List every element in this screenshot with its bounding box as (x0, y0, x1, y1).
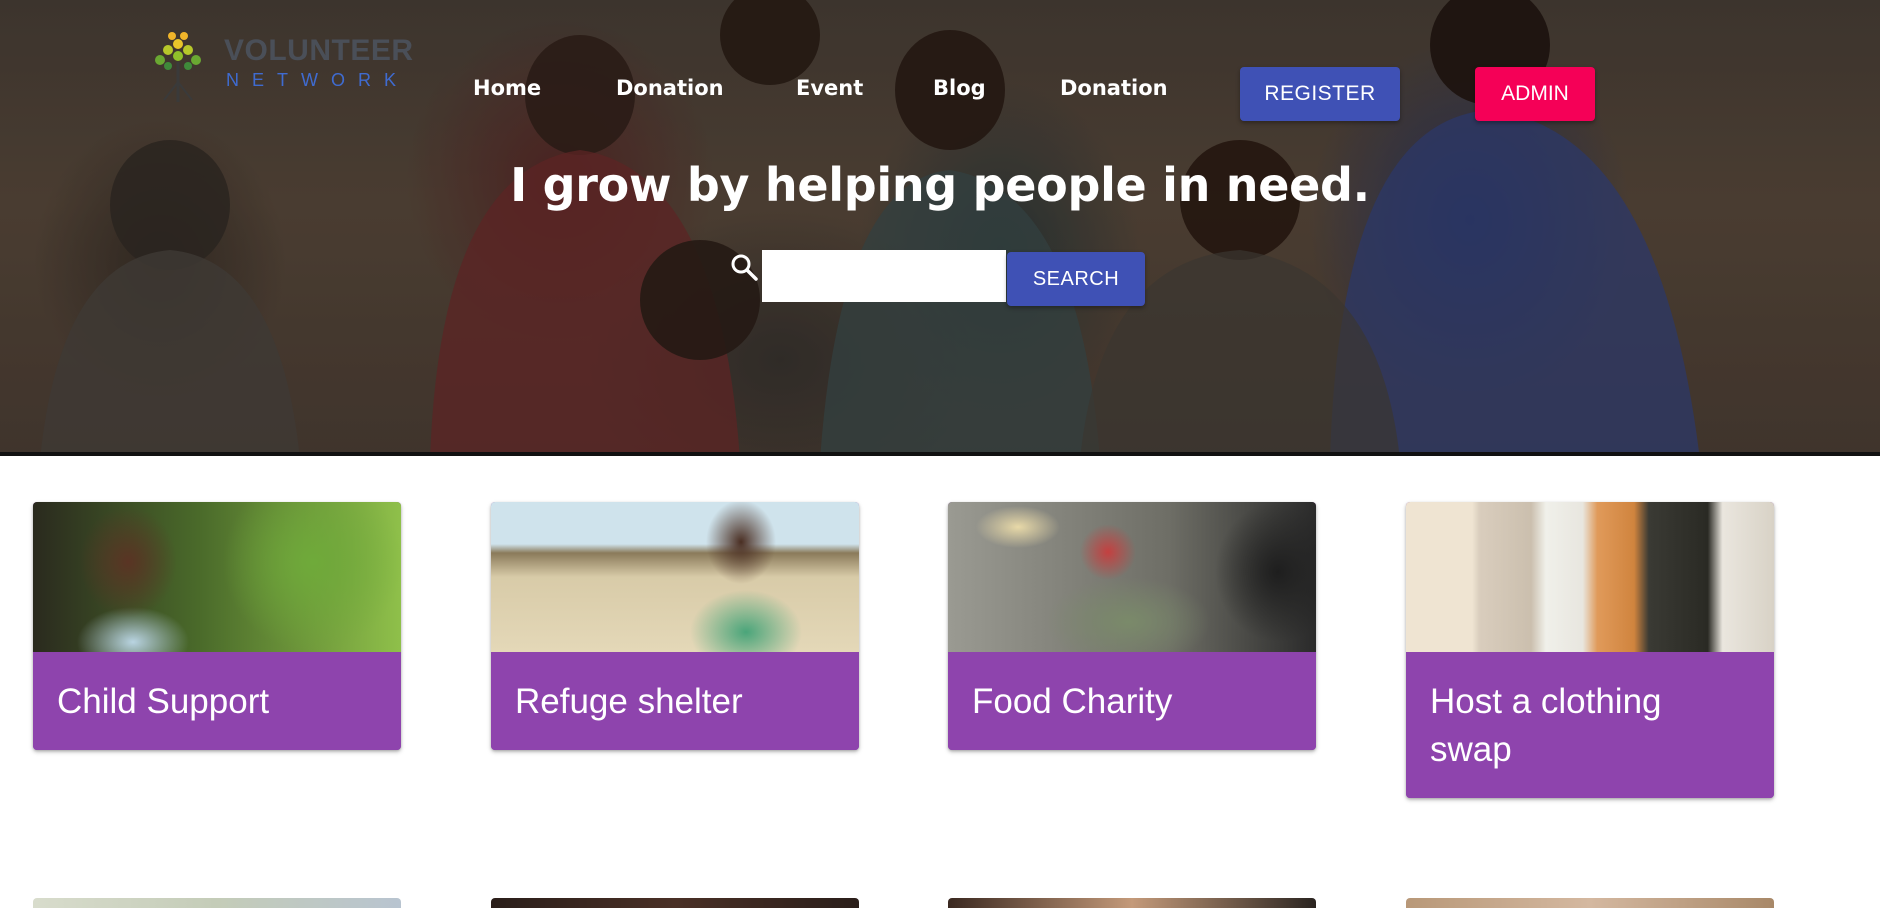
admin-button[interactable]: ADMIN (1475, 67, 1595, 121)
nav-blog[interactable]: Blog (933, 76, 986, 100)
hero-headline: I grow by helping people in need. (510, 158, 1370, 212)
card-image (948, 502, 1316, 652)
card-title: Refuge shelter (491, 652, 859, 750)
card-title: Host a clothing swap (1406, 652, 1774, 798)
event-card-clothing-swap[interactable]: Host a clothing swap (1406, 502, 1774, 798)
event-card-image-partial[interactable] (33, 898, 401, 908)
hero-banner: VOLUNTEER NETWORK Home Donation Event Bl… (0, 0, 1880, 456)
card-title: Child Support (33, 652, 401, 750)
hero-divider (0, 452, 1880, 456)
register-button[interactable]: REGISTER (1240, 67, 1400, 121)
event-card-image-partial[interactable] (948, 898, 1316, 908)
event-card-image-partial[interactable] (491, 898, 859, 908)
nav-event[interactable]: Event (796, 76, 863, 100)
event-card-child-support[interactable]: Child Support (33, 502, 401, 750)
card-image (491, 502, 859, 652)
event-card-image-partial[interactable] (1406, 898, 1774, 908)
search-button[interactable]: SEARCH (1007, 252, 1145, 306)
card-title: Food Charity (948, 652, 1316, 750)
card-image (1406, 502, 1774, 652)
search-input[interactable] (762, 250, 1006, 302)
card-image (33, 502, 401, 652)
nav-donation-2[interactable]: Donation (1060, 76, 1168, 100)
nav-donation[interactable]: Donation (616, 76, 724, 100)
top-navigation: Home Donation Event Blog Donation REGIST… (0, 0, 1880, 140)
event-card-food-charity[interactable]: Food Charity (948, 502, 1316, 750)
event-card-refuge-shelter[interactable]: Refuge shelter (491, 502, 859, 750)
nav-home[interactable]: Home (473, 76, 541, 100)
search-icon (731, 254, 758, 281)
